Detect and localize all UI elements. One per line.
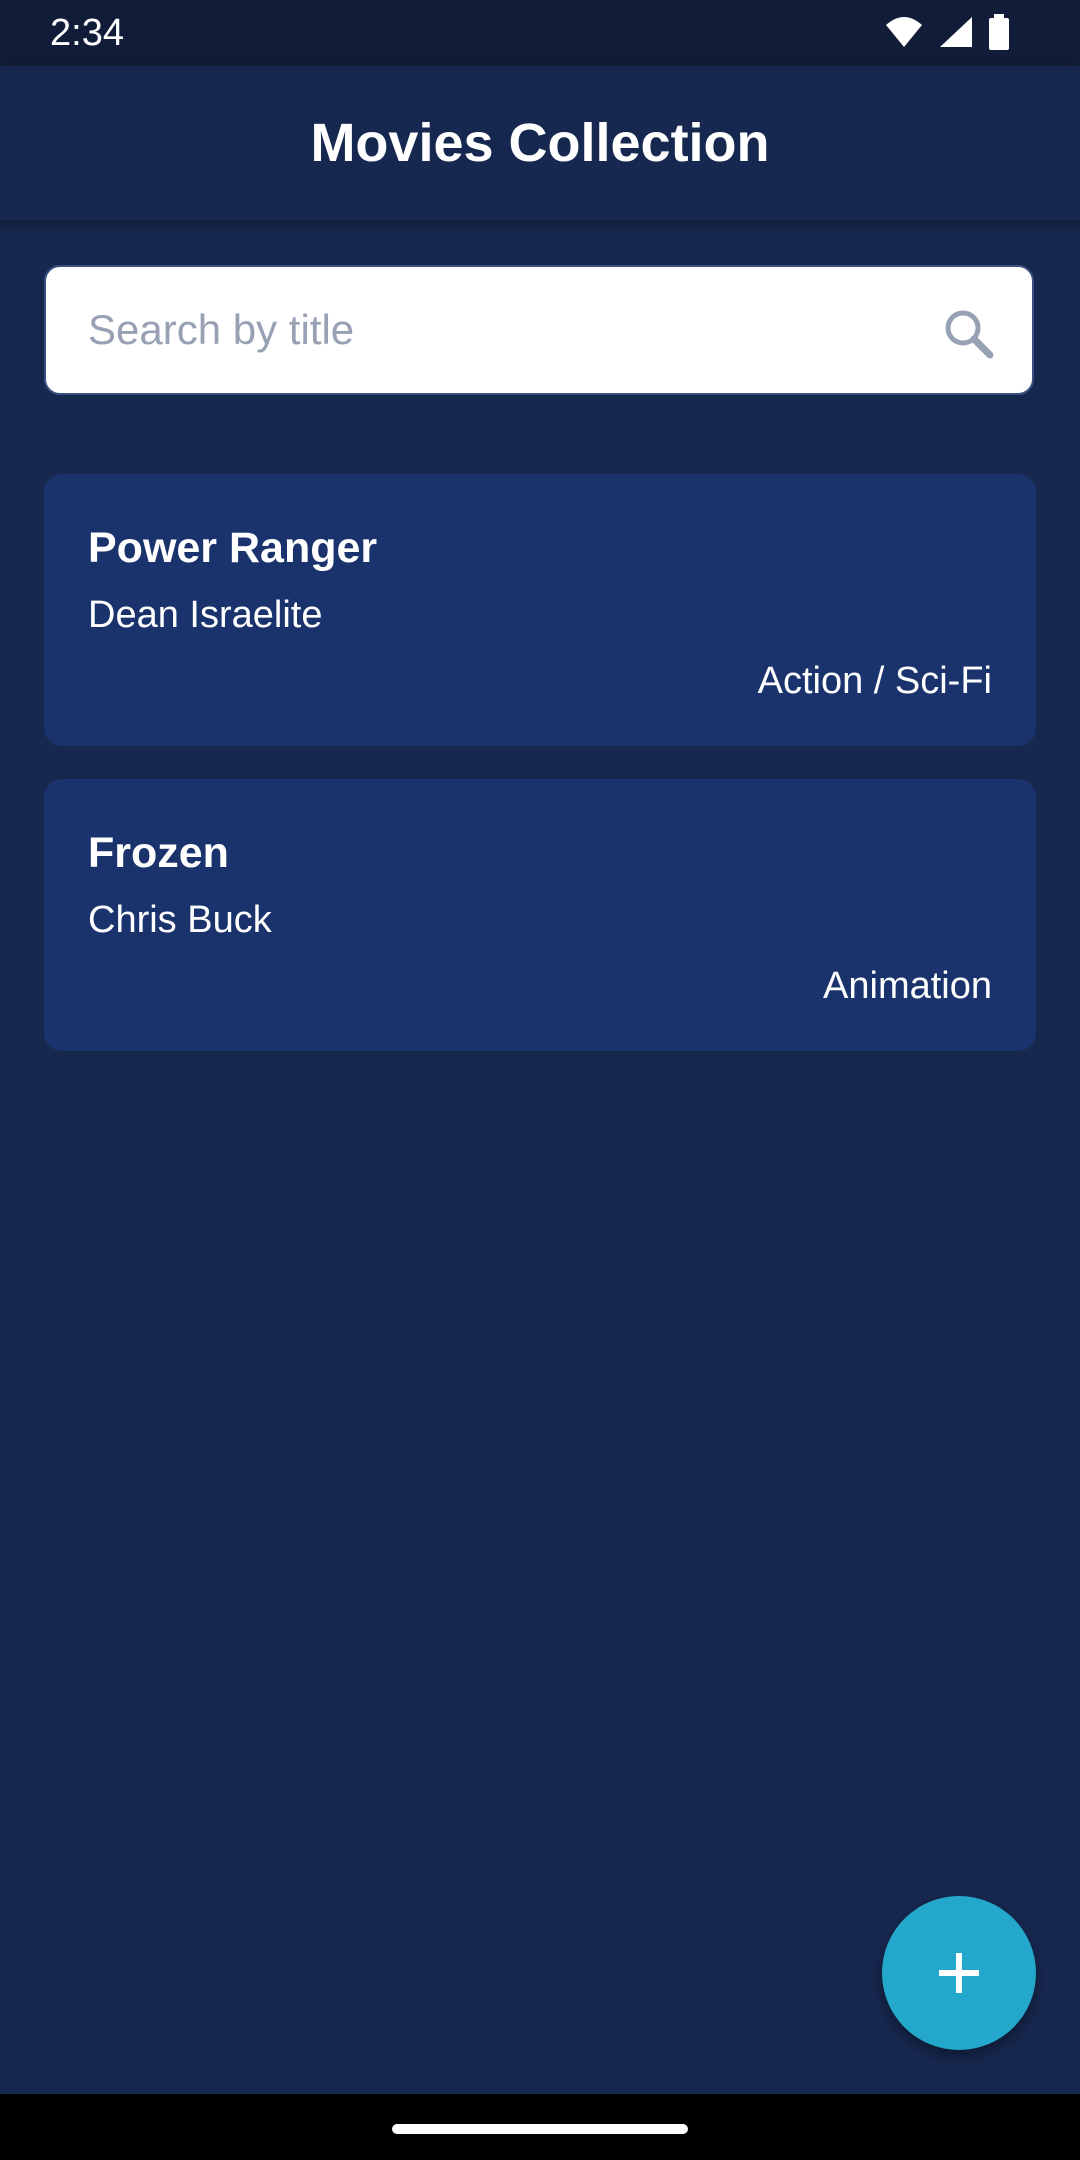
status-icons (884, 14, 1010, 50)
status-bar: 2:34 (0, 0, 1080, 66)
movie-genre: Animation (823, 965, 992, 1007)
battery-icon (989, 14, 1009, 50)
search-input[interactable] (46, 267, 926, 393)
app-bar: Movies Collection (0, 66, 1080, 220)
movie-card[interactable]: Power Ranger Dean Israelite Action / Sci… (44, 474, 1036, 746)
movie-genre: Action / Sci-Fi (757, 660, 992, 702)
search-icon[interactable] (942, 307, 994, 359)
movie-director: Dean Israelite (88, 594, 323, 636)
movie-card[interactable]: Frozen Chris Buck Animation (44, 779, 1036, 1051)
search-box[interactable] (44, 265, 1034, 395)
gesture-handle[interactable] (392, 2124, 688, 2134)
movie-title: Frozen (88, 829, 229, 877)
page-title: Movies Collection (310, 113, 770, 173)
navigation-bar (0, 2094, 1080, 2160)
movie-title: Power Ranger (88, 524, 378, 572)
plus-icon (939, 1953, 979, 1993)
signal-icon (940, 17, 972, 47)
add-movie-button[interactable] (882, 1896, 1036, 2050)
screen: 2:34 Movies Collection Power Ranger Dean… (0, 0, 1080, 2160)
movie-director: Chris Buck (88, 899, 272, 941)
wifi-icon (886, 17, 922, 47)
status-time: 2:34 (50, 12, 124, 54)
